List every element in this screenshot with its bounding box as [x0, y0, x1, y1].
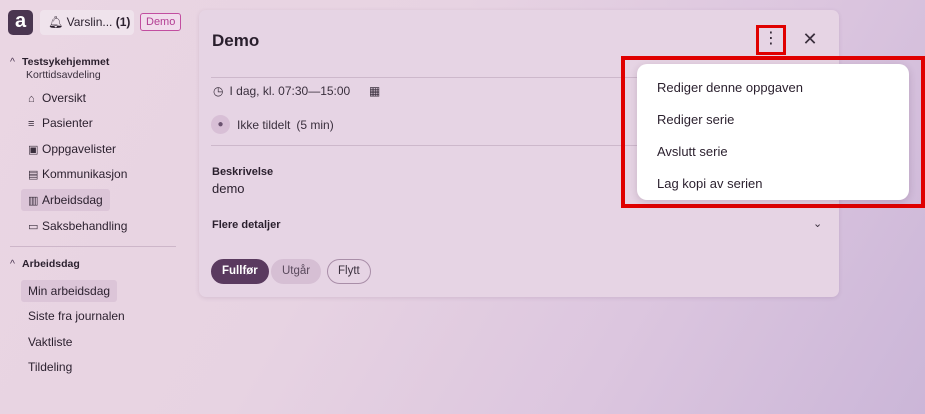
assignee-text: Ikke tildelt — [237, 117, 291, 132]
sidebar-item-pasienter[interactable]: ≡ Pasienter — [21, 112, 100, 134]
description-value: demo — [212, 181, 245, 196]
chevron-up-icon: ^ — [10, 258, 15, 270]
move-button[interactable]: Flytt — [327, 259, 371, 284]
section-toggle-workday[interactable]: ^ Arbeidsdag — [10, 258, 80, 270]
section-title: Arbeidsdag — [22, 258, 80, 270]
chevron-up-icon: ^ — [10, 56, 15, 68]
sidebar-item-vaktliste[interactable]: Vaktliste — [21, 331, 79, 353]
message-icon: ▤ — [28, 169, 39, 181]
sidebar-item-label: Arbeidsdag — [42, 193, 103, 207]
complete-button[interactable]: Fullfør — [211, 259, 269, 284]
close-button[interactable]: ✕ — [799, 28, 821, 50]
sidebar-item-kommunikasjon[interactable]: ▤ Kommunikasjon — [21, 163, 134, 185]
options-menu: Rediger denne oppgaven Rediger serie Avs… — [637, 64, 909, 200]
sidebar-item-label: Kommunikasjon — [42, 167, 128, 181]
sidebar-item-tildeling[interactable]: Tildeling — [21, 356, 79, 378]
home-icon: ⌂ — [28, 93, 35, 105]
unit-name: Testsykehjemmet — [22, 56, 110, 68]
sidebar-item-min-arbeidsdag[interactable]: Min arbeidsdag — [21, 280, 118, 302]
sidebar-item-siste-fra-journalen[interactable]: Siste fra journalen — [21, 305, 132, 327]
clipboard-icon: ▣ — [28, 144, 39, 156]
menu-item-end-series[interactable]: Avslutt serie — [657, 144, 728, 159]
sidebar-item-label: Oversikt — [42, 91, 87, 105]
more-options-button[interactable]: ⋮ — [756, 25, 786, 55]
menu-item-copy-series[interactable]: Lag kopi av serien — [657, 176, 763, 191]
task-title: Demo — [212, 31, 260, 50]
sidebar-item-oversikt[interactable]: ⌂ Oversikt — [21, 87, 93, 109]
chevron-down-icon[interactable]: ⌄ — [813, 217, 822, 230]
sidebar: a 🔔︎ Varslin... (1) Demo ^ Testsykehjemme… — [0, 0, 190, 414]
sidebar-item-saksbehandling[interactable]: ▭ Saksbehandling — [21, 215, 134, 237]
sidebar-item-label: Oppgavelister — [42, 142, 117, 156]
sidebar-item-label: Saksbehandling — [42, 219, 128, 233]
department-name: Korttidsavdeling — [26, 69, 101, 81]
user-icon: ● — [211, 115, 230, 134]
menu-item-edit-series[interactable]: Rediger serie — [657, 112, 734, 127]
bell-icon: 🔔︎ — [48, 15, 64, 29]
expire-button[interactable]: Utgår — [271, 259, 322, 284]
briefcase-icon: ▥ — [28, 195, 39, 207]
alerts-label: Varslin... — [66, 15, 113, 29]
sidebar-item-arbeidsdag[interactable]: ▥ Arbeidsdag — [21, 189, 110, 211]
calendar-icon[interactable]: ▦ — [369, 84, 380, 98]
alerts-button[interactable]: 🔔︎ Varslin... (1) — [40, 10, 134, 35]
kebab-menu-icon: ⋮ — [763, 30, 779, 47]
description-label: Beskrivelse — [212, 166, 274, 178]
folder-icon: ▭ — [28, 221, 39, 233]
task-time: ◷ I dag, kl. 07:30—15:00 — [213, 84, 350, 98]
sidebar-item-oppgavelister[interactable]: ▣ Oppgavelister — [21, 138, 123, 160]
environment-badge: Demo — [140, 13, 182, 31]
clock-icon: ◷ — [213, 84, 224, 98]
more-details-toggle[interactable]: Flere detaljer — [212, 219, 280, 231]
menu-item-edit-task[interactable]: Rediger denne oppgaven — [657, 80, 803, 95]
sidebar-divider — [10, 246, 176, 247]
sidebar-item-label: Pasienter — [42, 116, 93, 130]
section-toggle-unit[interactable]: ^ Testsykehjemmet — [10, 56, 109, 68]
task-time-text: I dag, kl. 07:30—15:00 — [229, 84, 351, 98]
app-logo[interactable]: a — [8, 10, 33, 35]
alerts-count: (1) — [115, 15, 131, 29]
assignee-row[interactable]: ● Ikke tildelt (5 min) — [211, 115, 334, 134]
close-icon: ✕ — [802, 29, 818, 49]
patients-icon: ≡ — [28, 118, 35, 130]
duration-text: (5 min) — [296, 117, 334, 132]
